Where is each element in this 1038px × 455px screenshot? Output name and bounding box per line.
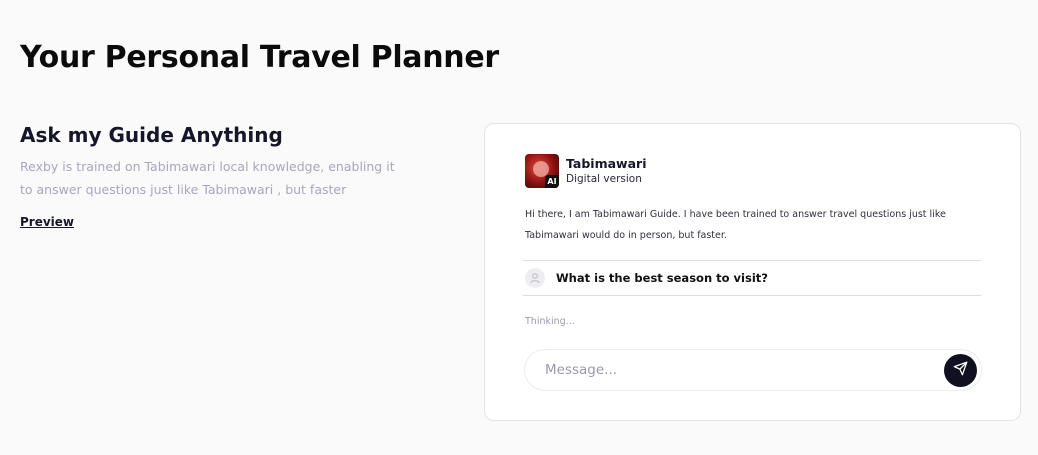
message-box	[524, 349, 982, 391]
guide-avatar: AI	[525, 154, 559, 188]
message-input[interactable]	[545, 362, 944, 378]
send-button[interactable]	[944, 353, 977, 387]
preview-link[interactable]: Preview	[20, 215, 74, 229]
section-title: Ask my Guide Anything	[20, 123, 283, 147]
user-question: What is the best season to visit?	[556, 271, 768, 285]
chat-card: AI Tabimawari Digital version Hi there, …	[484, 123, 1021, 421]
user-icon	[525, 268, 545, 288]
ai-badge: AI	[545, 175, 559, 188]
user-question-row: What is the best season to visit?	[523, 260, 981, 296]
section-description: Rexby is trained on Tabimawari local kno…	[20, 159, 395, 197]
guide-name: Tabimawari	[566, 156, 647, 171]
guide-header: AI Tabimawari Digital version	[525, 154, 646, 188]
thinking-status: Thinking...	[525, 316, 575, 327]
guide-intro-message: Hi there, I am Tabimawari Guide. I have …	[525, 209, 946, 241]
guide-subtitle: Digital version	[566, 173, 642, 185]
send-icon	[953, 361, 968, 380]
intro-section: Ask my Guide Anything Rexby is trained o…	[20, 123, 420, 230]
page-title: Your Personal Travel Planner	[20, 40, 499, 75]
guide-meta: Tabimawari Digital version	[566, 156, 646, 186]
